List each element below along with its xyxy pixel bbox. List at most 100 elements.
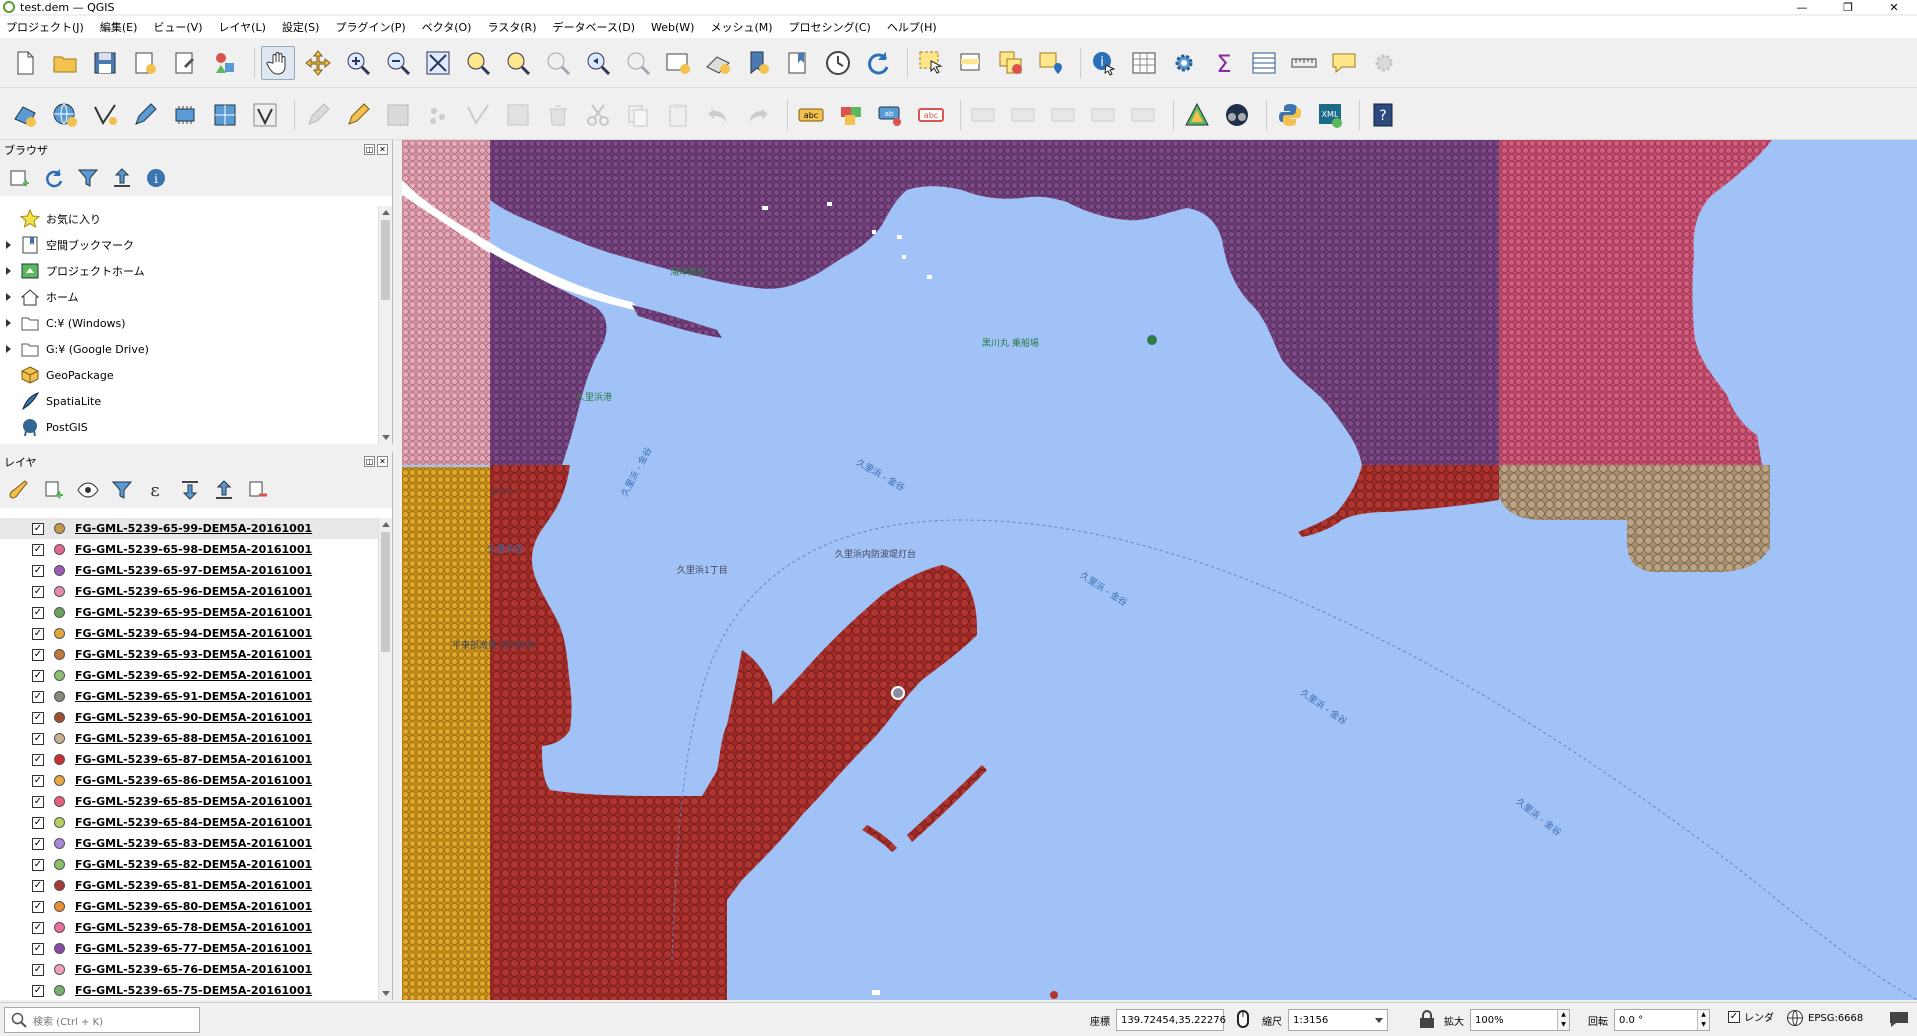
new-3d-map-view-button[interactable] [701, 46, 735, 80]
toggle-editing-button[interactable] [341, 98, 375, 132]
undock-button[interactable]: ◫ [364, 144, 375, 155]
layer-row[interactable]: ✓ FG-GML-5239-65-87-DEM5A-20161001 [0, 749, 378, 770]
coordinate-field[interactable]: 139.72454,35.22276 [1116, 1009, 1226, 1031]
open-attribute-table-button[interactable] [1247, 46, 1281, 80]
new-shapefile-button[interactable] [128, 98, 162, 132]
zoom-to-layer-button[interactable] [501, 46, 535, 80]
add-vector-layer-button[interactable] [8, 98, 42, 132]
python-console-button[interactable] [1273, 98, 1307, 132]
filter-legend-button[interactable] [108, 476, 136, 504]
xml-plugin-button[interactable]: XML [1313, 98, 1347, 132]
new-bookmark-button[interactable] [741, 46, 775, 80]
rotate-label-button[interactable] [1087, 98, 1121, 132]
menu-processing[interactable]: プロセシング(C) [789, 19, 871, 35]
layer-row[interactable]: ✓ FG-GML-5239-65-78-DEM5A-20161001 [0, 917, 378, 938]
browser-item-home[interactable]: ホーム [0, 284, 378, 310]
cut-features-button[interactable] [581, 98, 615, 132]
layer-visibility-checkbox[interactable]: ✓ [32, 585, 44, 598]
scroll-up-icon[interactable] [382, 522, 390, 527]
statistical-summary-button[interactable]: Σ [1207, 46, 1241, 80]
layer-row[interactable]: ✓ FG-GML-5239-65-92-DEM5A-20161001 [0, 665, 378, 686]
layer-diagram-options-button[interactable] [834, 98, 868, 132]
map-canvas[interactable]: 海岸緑地 黒川丸 乗船場 久里浜港 久里浜店 久里浜1丁目 久里浜内防波堤灯台 … [402, 140, 1917, 1000]
digitize-line-button[interactable] [88, 98, 122, 132]
layer-visibility-checkbox[interactable]: ✓ [32, 816, 44, 829]
chevron-down-icon[interactable] [1375, 1018, 1383, 1023]
edit-vertex-button[interactable] [248, 98, 282, 132]
georeferencer-button[interactable] [1180, 98, 1214, 132]
layer-visibility-checkbox[interactable]: ✓ [32, 753, 44, 766]
browser-item-postgis[interactable]: PostGIS [0, 414, 378, 440]
undock-button[interactable]: ◫ [364, 456, 375, 467]
layer-row[interactable]: ✓ FG-GML-5239-65-83-DEM5A-20161001 [0, 833, 378, 854]
toggle-label-display-button[interactable]: abc [914, 98, 948, 132]
layer-visibility-checkbox[interactable]: ✓ [32, 690, 44, 703]
layer-visibility-checkbox[interactable]: ✓ [32, 900, 44, 913]
temporal-controller-button[interactable] [821, 46, 855, 80]
save-edits-button[interactable] [381, 98, 415, 132]
spin-arrows-icon[interactable]: ▲ ▼ [1557, 1010, 1569, 1030]
attribute-select-button[interactable] [954, 46, 988, 80]
layer-visibility-checkbox[interactable]: ✓ [32, 858, 44, 871]
properties-button[interactable]: i [142, 164, 170, 192]
layers-scrollbar[interactable] [378, 518, 392, 1000]
layer-row[interactable]: ✓ FG-GML-5239-65-76-DEM5A-20161001 [0, 959, 378, 980]
crs-button[interactable]: EPSG:6668 [1786, 1009, 1863, 1027]
menu-database[interactable]: データベース(D) [553, 19, 636, 35]
layer-row[interactable]: ✓ FG-GML-5239-65-82-DEM5A-20161001 [0, 854, 378, 875]
identify-features-button[interactable]: i [1087, 46, 1121, 80]
layer-visibility-checkbox[interactable]: ✓ [32, 942, 44, 955]
pan-to-selection-button[interactable] [301, 46, 335, 80]
toolbox-button[interactable] [1167, 46, 1201, 80]
browser-item-drive-g[interactable]: G:¥ (Google Drive) [0, 336, 378, 362]
new-map-view-button[interactable] [661, 46, 695, 80]
layer-labeling-options-button[interactable]: abc [794, 98, 828, 132]
layer-row[interactable]: ✓ FG-GML-5239-65-88-DEM5A-20161001 [0, 728, 378, 749]
help-button[interactable]: ? [1366, 98, 1400, 132]
collapse-all-layers-button[interactable] [210, 476, 238, 504]
menu-layer[interactable]: レイヤ(L) [218, 19, 265, 35]
render-checkbox[interactable]: ✓ [1728, 1010, 1740, 1023]
layer-visibility-checkbox[interactable]: ✓ [32, 669, 44, 682]
browser-refresh-button[interactable] [40, 164, 68, 192]
paste-features-button[interactable] [661, 98, 695, 132]
browser-item-geopackage[interactable]: GeoPackage [0, 362, 378, 388]
expand-arrow-icon[interactable] [6, 319, 11, 327]
add-point-button[interactable] [421, 98, 455, 132]
remove-layer-button[interactable] [244, 476, 272, 504]
scroll-thumb[interactable] [381, 532, 390, 652]
show-hide-labels-button[interactable] [1007, 98, 1041, 132]
open-project-button[interactable] [48, 46, 82, 80]
layer-visibility-checkbox[interactable]: ✓ [32, 648, 44, 661]
layer-visibility-checkbox[interactable]: ✓ [32, 606, 44, 619]
redo-button[interactable] [741, 98, 775, 132]
add-group-button[interactable] [40, 476, 68, 504]
layer-visibility-checkbox[interactable]: ✓ [32, 711, 44, 724]
layer-visibility-checkbox[interactable]: ✓ [32, 795, 44, 808]
zoom-to-selection-button[interactable] [461, 46, 495, 80]
add-wms-layer-button[interactable] [48, 98, 82, 132]
menu-raster[interactable]: ラスタ(R) [487, 19, 536, 35]
layer-visibility-checkbox[interactable]: ✓ [32, 774, 44, 787]
layer-row[interactable]: ✓ FG-GML-5239-65-80-DEM5A-20161001 [0, 896, 378, 917]
style-panel-button[interactable] [6, 476, 34, 504]
zoom-in-button[interactable] [341, 46, 375, 80]
layer-visibility-checkbox[interactable]: ✓ [32, 837, 44, 850]
zoom-native-button[interactable] [541, 46, 575, 80]
refresh-button[interactable] [861, 46, 895, 80]
new-project-button[interactable] [8, 46, 42, 80]
scale-lock-button[interactable] [1418, 1009, 1436, 1029]
zoom-last-button[interactable] [581, 46, 615, 80]
menu-plugins[interactable]: プラグイン(P) [335, 19, 405, 35]
new-virtual-layer-button[interactable] [208, 98, 242, 132]
new-print-layout-button[interactable] [128, 46, 162, 80]
messages-button[interactable] [1888, 1009, 1910, 1029]
layer-visibility-checkbox[interactable]: ✓ [32, 963, 44, 976]
layer-visibility-checkbox[interactable]: ✓ [32, 543, 44, 556]
browser-filter-button[interactable] [74, 164, 102, 192]
layer-row[interactable]: ✓ FG-GML-5239-65-81-DEM5A-20161001 [0, 875, 378, 896]
deselect-all-button[interactable] [994, 46, 1028, 80]
render-toggle[interactable]: ✓ レンダ [1728, 1009, 1774, 1024]
spin-arrows-icon[interactable]: ▲ ▼ [1697, 1010, 1709, 1030]
vertex-editor-button[interactable] [461, 98, 495, 132]
